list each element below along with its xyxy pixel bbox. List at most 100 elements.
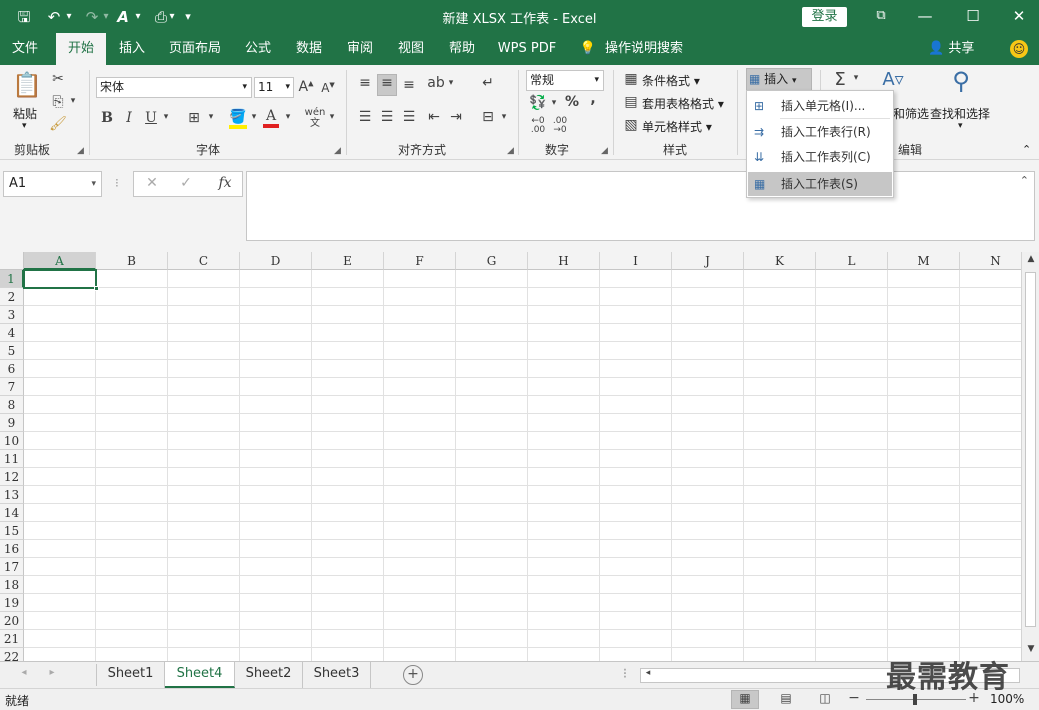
row-header[interactable]: 12 xyxy=(0,468,24,486)
font-color-dropdown-icon[interactable]: ▾ xyxy=(283,112,293,122)
align-bottom-icon[interactable]: ≡ xyxy=(400,77,418,93)
align-left-icon[interactable]: ☰ xyxy=(356,109,374,125)
wrap-text-icon[interactable]: ↵ xyxy=(479,75,497,91)
sort-filter-icon[interactable]: A▿ xyxy=(878,69,908,90)
alignment-launcher-icon[interactable]: ◢ xyxy=(507,146,514,156)
format-painter-icon[interactable]: 🖌 xyxy=(49,116,67,132)
row-header[interactable]: 15 xyxy=(0,522,24,540)
column-header[interactable]: D xyxy=(240,252,312,270)
maximize-button[interactable]: ☐ xyxy=(958,5,988,27)
column-header[interactable]: F xyxy=(384,252,456,270)
orientation-dropdown-icon[interactable]: ▾ xyxy=(446,78,456,88)
ribbon-display-options-icon[interactable]: ⧉ xyxy=(866,5,896,27)
share-button[interactable]: 👤 共享 xyxy=(928,33,974,65)
normal-view-icon[interactable]: ▦ xyxy=(731,690,759,709)
row-header[interactable]: 18 xyxy=(0,576,24,594)
currency-dropdown-icon[interactable]: ▾ xyxy=(549,98,559,108)
increase-font-icon[interactable]: A▲ xyxy=(298,79,314,95)
orientation-icon[interactable]: ab xyxy=(426,75,446,91)
menu-item-insert-sheet[interactable]: ▦ 插入工作表(S) xyxy=(748,172,892,196)
column-header[interactable]: G xyxy=(456,252,528,270)
minimize-button[interactable]: — xyxy=(910,5,940,27)
name-box-dropdown-icon[interactable]: ▾ xyxy=(91,172,96,196)
align-right-icon[interactable]: ☰ xyxy=(400,109,418,125)
column-header[interactable]: I xyxy=(600,252,672,270)
row-header[interactable]: 17 xyxy=(0,558,24,576)
increase-decimal-icon[interactable]: ←0.00 xyxy=(528,117,548,135)
copy-icon[interactable]: ⎘ xyxy=(49,94,67,110)
autosum-icon[interactable]: Σ xyxy=(829,69,851,90)
row-header[interactable]: 16 xyxy=(0,540,24,558)
align-top-icon[interactable]: ≡ xyxy=(356,75,374,91)
copy-dropdown-icon[interactable]: ▾ xyxy=(68,96,78,106)
row-header[interactable]: 14 xyxy=(0,504,24,522)
underline-dropdown-icon[interactable]: ▾ xyxy=(161,112,171,122)
tab-insert[interactable]: 插入 xyxy=(110,33,154,65)
row-header[interactable]: 21 xyxy=(0,630,24,648)
phonetic-dropdown-icon[interactable]: ▾ xyxy=(327,112,337,122)
sheet-tab-sheet4[interactable]: Sheet4 xyxy=(165,662,235,688)
merge-center-icon[interactable]: ⊟ xyxy=(479,109,497,125)
feedback-smiley-icon[interactable]: ☺ xyxy=(1010,40,1028,58)
bold-button[interactable]: B xyxy=(100,110,114,126)
cell-styles-button[interactable]: 单元格样式 ▾ xyxy=(642,118,712,135)
menu-item-insert-cells[interactable]: ⊞ 插入单元格(I)... xyxy=(748,94,892,118)
paste-dropdown-icon[interactable]: ▾ xyxy=(22,121,27,131)
decrease-decimal-icon[interactable]: .00 →0 xyxy=(550,117,570,135)
expand-formula-bar-icon[interactable]: ⌃ xyxy=(1020,174,1029,187)
column-header[interactable]: H xyxy=(528,252,600,270)
merge-dropdown-icon[interactable]: ▾ xyxy=(499,112,509,122)
column-header[interactable]: C xyxy=(168,252,240,270)
tab-help[interactable]: 帮助 xyxy=(440,33,484,65)
column-header[interactable]: B xyxy=(96,252,168,270)
scroll-left-icon[interactable]: ◂ xyxy=(643,668,653,678)
close-button[interactable]: ✕ xyxy=(1004,5,1034,27)
tell-me-search[interactable]: 操作说明搜索 xyxy=(604,33,684,65)
row-header[interactable]: 13 xyxy=(0,486,24,504)
tab-data[interactable]: 数据 xyxy=(287,33,331,65)
fill-color-dropdown-icon[interactable]: ▾ xyxy=(249,112,259,122)
collapse-ribbon-icon[interactable]: ⌃ xyxy=(1022,143,1031,156)
cell-area[interactable] xyxy=(24,270,1021,661)
tab-split-grip-icon[interactable]: ⁝ xyxy=(620,666,630,682)
prev-sheet-icon[interactable]: ◂ xyxy=(18,667,30,678)
sheet-tab-sheet3[interactable]: Sheet3 xyxy=(303,662,371,688)
border-icon[interactable]: ⊞ xyxy=(186,110,202,126)
cut-icon[interactable]: ✂ xyxy=(49,71,67,87)
row-header[interactable]: 6 xyxy=(0,360,24,378)
conditional-formatting-button[interactable]: 条件格式 ▾ xyxy=(642,72,700,89)
font-launcher-icon[interactable]: ◢ xyxy=(334,146,341,156)
find-select-dropdown-icon[interactable]: ▾ xyxy=(958,121,963,131)
italic-button[interactable]: I xyxy=(122,110,136,126)
clipboard-launcher-icon[interactable]: ◢ xyxy=(77,146,84,156)
menu-item-insert-columns[interactable]: ⇊ 插入工作表列(C) xyxy=(748,145,892,169)
column-header[interactable]: J xyxy=(672,252,744,270)
row-header[interactable]: 9 xyxy=(0,414,24,432)
fill-handle[interactable] xyxy=(94,286,99,291)
decrease-font-icon[interactable]: A▼ xyxy=(320,81,336,95)
border-dropdown-icon[interactable]: ▾ xyxy=(206,112,216,122)
active-cell-outline[interactable] xyxy=(23,269,97,289)
vertical-scrollbar[interactable]: ▲ ▼ xyxy=(1021,252,1039,661)
sort-filter-label[interactable]: 和筛选 xyxy=(893,105,929,122)
zoom-out-button[interactable]: − xyxy=(847,690,861,706)
formula-input[interactable]: ⌃ xyxy=(246,171,1035,241)
column-header[interactable]: M xyxy=(888,252,960,270)
page-layout-view-icon[interactable]: ▤ xyxy=(777,691,795,705)
column-header[interactable]: K xyxy=(744,252,816,270)
login-button[interactable]: 登录 xyxy=(802,7,847,27)
insert-cells-button[interactable]: ▦ 插入 ▾ xyxy=(746,68,812,91)
decrease-indent-icon[interactable]: ⇤ xyxy=(425,109,443,125)
row-header[interactable]: 10 xyxy=(0,432,24,450)
row-header[interactable]: 19 xyxy=(0,594,24,612)
tab-home[interactable]: 开始 xyxy=(56,33,106,65)
underline-button[interactable]: U xyxy=(144,110,158,126)
find-select-label[interactable]: 查找和选择 xyxy=(930,105,990,122)
fill-color-icon[interactable]: 🪣 xyxy=(229,109,247,129)
sheet-tab-sheet2[interactable]: Sheet2 xyxy=(235,662,303,688)
phonetic-guide-icon[interactable]: wén 文 xyxy=(304,107,326,129)
percent-button[interactable]: % xyxy=(564,94,580,110)
tab-formulas[interactable]: 公式 xyxy=(236,33,280,65)
row-header[interactable]: 5 xyxy=(0,342,24,360)
row-header[interactable]: 11 xyxy=(0,450,24,468)
